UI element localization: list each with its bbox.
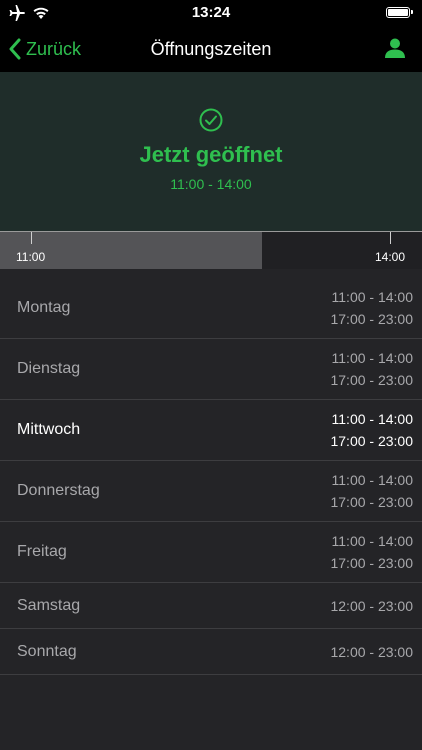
schedule-row: Sonntag 12:00 - 23:00 bbox=[0, 629, 422, 675]
schedule-row: Donnerstag 11:00 - 14:00 17:00 - 23:00 bbox=[0, 461, 422, 522]
timeline-start-tick bbox=[31, 232, 32, 244]
open-status-headline: Jetzt geöffnet bbox=[139, 142, 283, 167]
hours-range: 12:00 - 23:00 bbox=[330, 597, 413, 614]
day-label: Sonntag bbox=[17, 642, 77, 660]
person-icon[interactable] bbox=[384, 37, 406, 59]
hours-range: 12:00 - 23:00 bbox=[330, 643, 413, 660]
hours-range: 11:00 - 14:00 bbox=[331, 350, 413, 366]
schedule-row: Montag 11:00 - 14:00 17:00 - 23:00 bbox=[0, 278, 422, 339]
hours-range: 17:00 - 23:00 bbox=[330, 372, 413, 388]
hours-block: 11:00 - 14:00 17:00 - 23:00 bbox=[330, 408, 413, 452]
status-time: 13:24 bbox=[191, 4, 231, 21]
open-status-card: Jetzt geöffnet 11:00 - 14:00 bbox=[0, 72, 422, 232]
hours-range: 17:00 - 23:00 bbox=[330, 555, 413, 571]
schedule-row: Dienstag 11:00 - 14:00 17:00 - 23:00 bbox=[0, 339, 422, 400]
hours-range: 17:00 - 23:00 bbox=[330, 311, 413, 327]
schedule-list: Montag 11:00 - 14:00 17:00 - 23:00 Dienstag… bbox=[0, 278, 422, 675]
day-label: Dienstag bbox=[17, 360, 81, 377]
status-bar: 13:24 bbox=[0, 0, 422, 26]
timeline-end-tick bbox=[390, 232, 391, 244]
hours-range: 11:00 - 14:00 bbox=[331, 472, 413, 488]
hours-range: 11:00 - 14:00 bbox=[331, 533, 413, 549]
battery-icon bbox=[386, 7, 413, 18]
day-label: Montag bbox=[17, 299, 71, 316]
hours-range: 11:00 - 14:00 bbox=[331, 289, 413, 305]
day-label: Samstag bbox=[17, 596, 81, 614]
timeline-end-label: 14:00 bbox=[375, 250, 406, 264]
day-label: Mittwoch bbox=[17, 421, 81, 438]
schedule-row: Samstag 12:00 - 23:00 bbox=[0, 583, 422, 629]
time-progress-bar: 11:00 14:00 bbox=[0, 232, 422, 269]
day-label: Freitag bbox=[17, 543, 67, 560]
schedule-row: Freitag 11:00 - 14:00 17:00 - 23:00 bbox=[0, 522, 422, 583]
nav-bar: Zurück Öffnungszeiten bbox=[0, 26, 422, 72]
day-label: Donnerstag bbox=[17, 482, 100, 499]
hours-range: 17:00 - 23:00 bbox=[330, 494, 413, 510]
open-status-range: 11:00 - 14:00 bbox=[170, 176, 252, 192]
page-title: Öffnungszeiten bbox=[150, 39, 272, 59]
hours-block: 12:00 - 23:00 bbox=[330, 641, 413, 663]
schedule-row: Mittwoch 11:00 - 14:00 17:00 - 23:00 bbox=[0, 400, 422, 461]
timeline-start-label: 11:00 bbox=[16, 250, 46, 264]
hours-block: 11:00 - 14:00 17:00 - 23:00 bbox=[330, 469, 413, 513]
hours-block: 11:00 - 14:00 17:00 - 23:00 bbox=[330, 347, 413, 391]
hours-block: 12:00 - 23:00 bbox=[330, 595, 413, 617]
check-circle-icon bbox=[199, 108, 223, 132]
hours-block: 11:00 - 14:00 17:00 - 23:00 bbox=[330, 286, 413, 330]
hours-block: 11:00 - 14:00 17:00 - 23:00 bbox=[330, 530, 413, 574]
hours-range: 17:00 - 23:00 bbox=[330, 433, 413, 449]
hours-range: 11:00 - 14:00 bbox=[331, 411, 413, 427]
